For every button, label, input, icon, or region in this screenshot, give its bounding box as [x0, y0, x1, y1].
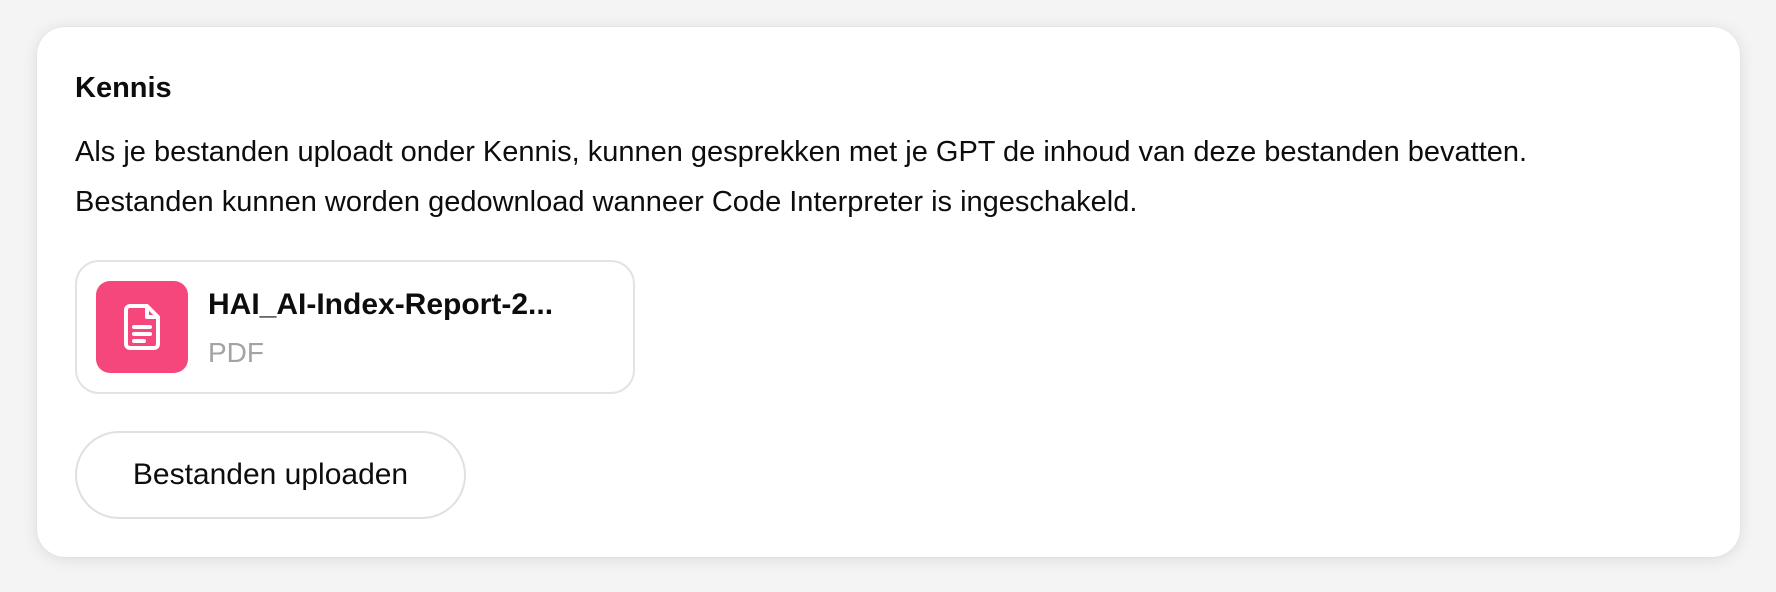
file-name: HAI_AI-Index-Report-2... — [208, 288, 554, 321]
file-type: PDF — [208, 337, 264, 368]
upload-files-button[interactable]: Bestanden uploaden — [75, 431, 466, 519]
section-title: Kennis — [75, 72, 172, 104]
section-description: Als je bestanden uploadt onder Kennis, k… — [75, 136, 1528, 218]
uploaded-file-card[interactable]: HAI_AI-Index-Report-2... PDF — [75, 260, 635, 394]
document-icon — [96, 281, 188, 373]
knowledge-card: Kennis Als je bestanden uploadt onder Ke… — [37, 27, 1740, 557]
